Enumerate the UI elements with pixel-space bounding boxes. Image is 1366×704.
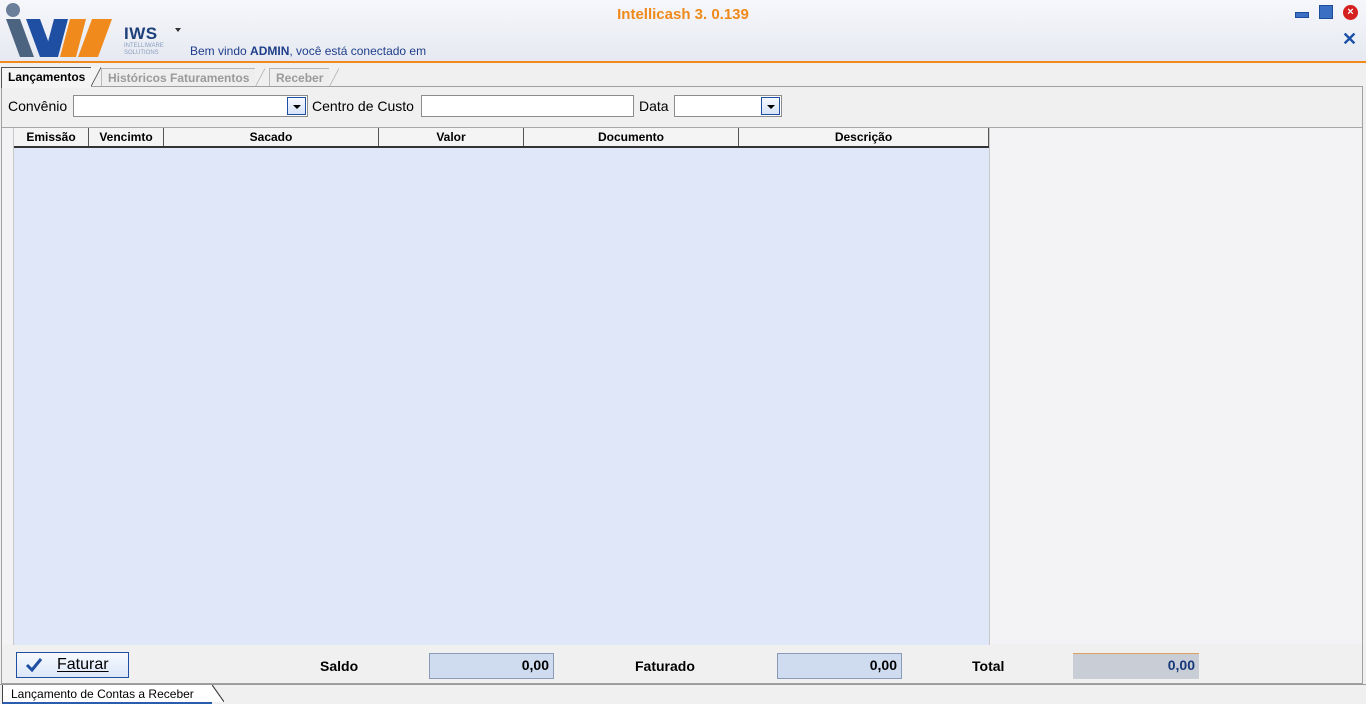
title-bar: IWS INTELLIWARE SOLUTIONS Intellicash 3.… (0, 0, 1366, 63)
totals-bar: Faturar Saldo 0,00 Faturado 0,00 Total 0… (2, 646, 1362, 684)
col-sacado[interactable]: Sacado (164, 128, 379, 146)
lancamentos-grid[interactable]: Emissão Vencimto Sacado Valor Documento … (13, 128, 990, 645)
total-label: Total (972, 658, 1005, 674)
grid-header: Emissão Vencimto Sacado Valor Documento … (14, 128, 989, 148)
saldo-value: 0,00 (429, 653, 554, 679)
tab-receber[interactable]: Receber (269, 68, 340, 87)
menu-caret-icon[interactable] (175, 28, 181, 32)
faturar-button[interactable]: Faturar (16, 652, 129, 678)
total-value: 0,00 (1073, 653, 1199, 679)
col-valor[interactable]: Valor (379, 128, 524, 146)
minimize-button[interactable] (1294, 5, 1309, 19)
welcome-message: Bem vindo ADMIN, você está conectado em (190, 44, 426, 58)
centro-custo-input[interactable] (421, 95, 634, 117)
col-vencimento[interactable]: Vencimto (89, 128, 164, 146)
main-panel: Convênio Centro de Custo Data Emissão Ve… (1, 86, 1363, 684)
col-emissao[interactable]: Emissão (14, 128, 89, 146)
tab-bar: Lançamentos Históricos Faturamentos Rece… (0, 66, 1366, 88)
data-select[interactable] (674, 95, 782, 117)
data-dropdown-icon[interactable] (761, 97, 780, 115)
grid-area: Emissão Vencimto Sacado Valor Documento … (2, 127, 1362, 645)
faturar-label: Faturar (57, 656, 109, 673)
saldo-label: Saldo (320, 658, 359, 674)
logo-text: IWS (124, 24, 158, 43)
close-screen-icon[interactable]: ✕ (1342, 29, 1357, 49)
app-title: Intellicash 3. 0.139 (617, 6, 749, 23)
faturado-label: Faturado (635, 658, 695, 674)
centro-custo-label: Centro de Custo (312, 98, 414, 114)
maximize-button[interactable] (1319, 5, 1333, 19)
convenio-select[interactable] (73, 95, 308, 117)
welcome-user: ADMIN (250, 44, 290, 58)
faturado-value: 0,00 (777, 653, 902, 679)
welcome-suffix: , você está conectado em (289, 44, 427, 58)
status-bar: Lançamento de Contas a Receber (0, 684, 1366, 704)
convenio-label: Convênio (8, 98, 68, 114)
col-descricao[interactable]: Descrição (739, 128, 989, 146)
tab-lancamentos[interactable]: Lançamentos (1, 67, 102, 88)
data-label: Data (639, 98, 669, 114)
filter-bar: Convênio Centro de Custo Data (2, 87, 1362, 127)
close-button[interactable]: × (1343, 5, 1358, 20)
check-icon (25, 658, 43, 673)
welcome-prefix: Bem vindo (190, 44, 251, 58)
screen-tab-lancamento-contas[interactable]: Lançamento de Contas a Receber (2, 685, 224, 704)
tab-historicos-faturamentos[interactable]: Históricos Faturamentos (101, 68, 266, 87)
col-documento[interactable]: Documento (524, 128, 739, 146)
convenio-dropdown-icon[interactable] (287, 97, 306, 115)
logo-subtext: INTELLIWARE SOLUTIONS (124, 43, 164, 56)
